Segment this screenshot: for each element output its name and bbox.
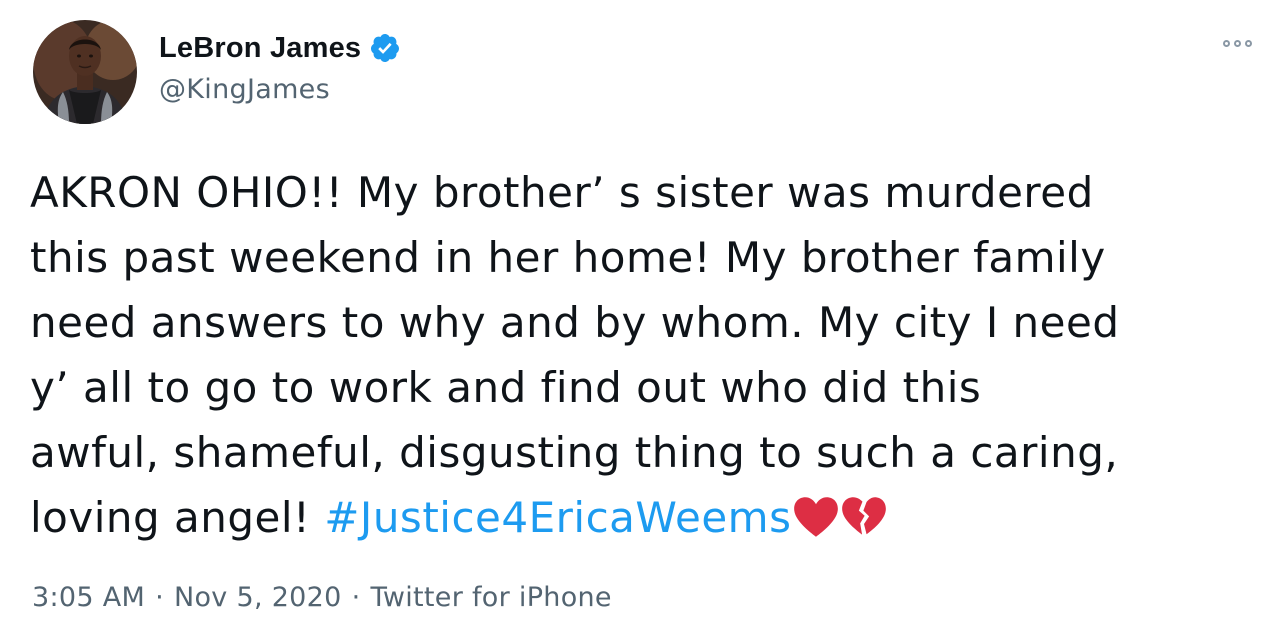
author-handle[interactable]: @KingJames <box>159 74 401 105</box>
tweet-meta: 3:05 AM · Nov 5, 2020 · Twitter for iPhone <box>32 582 612 613</box>
more-horizontal-icon <box>1223 40 1230 47</box>
more-horizontal-icon <box>1245 40 1252 47</box>
tweet-date[interactable]: Nov 5, 2020 <box>174 582 342 613</box>
verified-badge-icon <box>371 34 400 62</box>
tweet-text-fragment: loving angel! <box>30 493 325 542</box>
tweet-text-last-line: loving angel! #Justice4EricaWeems <box>30 485 1260 550</box>
more-options-button[interactable] <box>1223 40 1252 47</box>
red-heart-icon <box>794 497 839 537</box>
meta-separator: · <box>351 582 361 613</box>
more-horizontal-icon <box>1234 40 1241 47</box>
avatar-image <box>33 20 137 124</box>
hashtag-link[interactable]: #Justice4EricaWeems <box>324 493 791 542</box>
tweet-text-line: awful, shameful, disgusting thing to suc… <box>30 428 1119 477</box>
display-name[interactable]: LeBron James <box>159 32 361 65</box>
tweet-text-line: this past weekend in her home! My brothe… <box>30 233 1106 282</box>
tweet-card: LeBron James @KingJames AKRON OHIO!! My … <box>0 0 1282 638</box>
tweet-source[interactable]: Twitter for iPhone <box>371 582 612 613</box>
display-name-row: LeBron James <box>159 28 401 68</box>
tweet-text: AKRON OHIO!! My brother’ s sister was mu… <box>30 160 1260 550</box>
tweet-text-line: AKRON OHIO!! My brother’ s sister was mu… <box>30 168 1094 217</box>
broken-heart-icon <box>842 497 887 535</box>
meta-separator: · <box>155 582 164 613</box>
tweet-time[interactable]: 3:05 AM <box>32 582 145 613</box>
author-block: LeBron James @KingJames <box>159 28 401 105</box>
tweet-text-line: y’ all to go to work and find out who di… <box>30 363 982 412</box>
avatar[interactable] <box>33 20 137 124</box>
tweet-text-line: need answers to why and by whom. My city… <box>30 298 1120 347</box>
